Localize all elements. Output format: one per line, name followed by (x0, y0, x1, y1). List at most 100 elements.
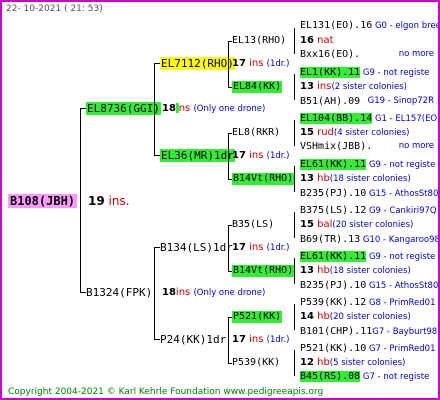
marker (176, 103, 179, 113)
gen2-note: (1dr.) (266, 59, 290, 69)
gen4-mating-note: (20 sister colonies) (332, 220, 414, 230)
gen4-queen-line: EL1(KK).11 G9 - not registe (300, 67, 430, 78)
root-ins-text: ins. (108, 194, 130, 208)
gen4-mating-note: (18 sister colonies) (329, 174, 411, 184)
gen4-queen[interactable]: EL61(KK).11 (300, 159, 367, 170)
gen1-note: (Only one drone) (193, 288, 266, 298)
gen3-name-1[interactable]: EL13(RHO) (232, 36, 286, 46)
gen4-mating-line: 12 hb(5 sister colonies) (300, 358, 405, 368)
gen1-ins-number: 18 (162, 287, 176, 298)
gen2-name-1[interactable]: EL7112(RHO) (160, 57, 235, 70)
gen4-mating-line: 14 hb(20 sister colonies) (300, 312, 411, 322)
gen4-queen-line: EL104(BB).14 G1 - EL157(EO) (300, 113, 438, 124)
gen2-note: (1dr.) (266, 243, 290, 253)
gen4-queen-source: G7 - PrimRed01 (368, 344, 436, 354)
gen2-name-3[interactable]: B134(LS)1dr (160, 242, 233, 253)
gen4-drone-source: G15 - AthosSt80R (368, 281, 440, 291)
gen4-drone[interactable]: B69(TR).13 (300, 234, 360, 245)
gen4-drone[interactable]: B235(PJ).10 (300, 280, 366, 291)
connector (154, 63, 155, 155)
gen1-note: (Only one drone) (193, 104, 266, 114)
gen4-mating-word: hb (317, 357, 330, 368)
gen4-drone[interactable]: B45(RS).08 (300, 371, 361, 382)
gen4-mating-line: 16 nat (300, 36, 334, 46)
connector (294, 212, 295, 238)
gen4-mating-number: 13 (300, 81, 314, 92)
gen4-queen-source: G0 - elgon breed (374, 21, 440, 31)
gen4-mating-line: 13 ins(2 sister colonies) (300, 82, 407, 92)
gen4-mating-note: (2 sister colonies) (331, 82, 407, 92)
gen4-queen-line: EL131(EO).16 G0 - elgon breed (300, 20, 440, 31)
gen3-name-2[interactable]: EL84(KK) (232, 81, 283, 93)
gen1-ins-text: ins (175, 287, 191, 298)
gen4-queen[interactable]: P521(KK).10 (300, 343, 366, 354)
gen2-ins-text: ins (249, 150, 264, 161)
gen4-drone-source: G19 - Sinop72R (367, 96, 434, 106)
root-queen-name[interactable]: B108(JBH) (8, 194, 78, 208)
gen4-mating-note: (18 sister colonies) (329, 266, 411, 276)
gen4-drone-source: no more (398, 49, 434, 59)
gen4-mating-line: 15 rud(4 sister colonies) (300, 128, 409, 138)
gen2-name-4[interactable]: P24(KK)1dr (160, 334, 226, 345)
gen4-mating-number: 14 (300, 311, 314, 322)
connector (228, 225, 229, 271)
gen1-name-2[interactable]: B1324(FPK) (86, 287, 152, 298)
gen4-queen-line: P521(KK).10 G7 - PrimRed01 (300, 344, 435, 354)
gen2-note: (1dr.) (266, 151, 290, 161)
gen1-name-1[interactable]: EL8736(GGI) (86, 102, 161, 115)
gen4-mating-note: (5 sister colonies) (329, 358, 406, 368)
gen4-drone-line: B51(AH).09 G19 - Sinop72R (300, 97, 436, 107)
gen4-mating-word: rud (317, 127, 334, 138)
gen4-drone-line: B235(PJ).10 G15 - AthosSt80R (300, 188, 438, 199)
gen4-queen[interactable]: EL61(KK).11 (300, 251, 367, 262)
gen4-mating-word: hb (317, 311, 330, 322)
gen4-drone[interactable]: Bxx16(EO). (300, 49, 360, 60)
gen4-queen[interactable]: EL104(BB).14 (300, 113, 373, 124)
gen2-ins-2: 17 ins (1dr.) (232, 151, 289, 161)
gen3-name-6[interactable]: B14Vt(RHO) (232, 265, 295, 277)
gen4-mating-line: 13 hb(18 sister colonies) (300, 174, 411, 184)
gen4-queen[interactable]: EL131(EO).16 (300, 20, 372, 31)
gen2-ins-3: 17 ins (1dr.) (232, 243, 289, 253)
gen4-drone[interactable]: VSHmix(JBB). (300, 141, 372, 152)
gen4-drone-source: G7 - not registe (362, 372, 430, 382)
connector (228, 41, 229, 87)
connector (294, 120, 295, 146)
gen4-drone-line: B235(PJ).10 G15 - AthosSt80R (300, 280, 440, 291)
gen3-name-7[interactable]: P521(KK) (232, 311, 283, 323)
gen2-name-2[interactable]: EL36(MR)1dr (160, 149, 235, 162)
gen4-drone[interactable]: B101(CHP).11 (300, 326, 372, 337)
gen4-drone-line: Bxx16(EO). no more (300, 50, 436, 60)
gen4-mating-word: hb (317, 265, 330, 276)
gen4-mating-note: (20 sister colonies) (329, 312, 411, 322)
gen4-queen[interactable]: P539(KK).12 (300, 297, 366, 308)
connector (154, 247, 155, 339)
connector (80, 108, 81, 292)
gen4-mating-line: 15 bal(20 sister colonies) (300, 220, 413, 230)
gen4-drone[interactable]: B51(AH).09 (300, 96, 360, 107)
gen4-queen[interactable]: EL1(KK).11 (300, 67, 361, 78)
gen4-mating-number: 13 (300, 173, 314, 184)
gen2-ins-number: 17 (232, 58, 246, 69)
connector (228, 317, 229, 363)
root-ins-number: 19 (88, 194, 105, 208)
gen4-queen[interactable]: B375(LS).12 (300, 205, 366, 216)
connector (294, 350, 295, 376)
gen4-queen-source: G9 - not registe (362, 68, 430, 78)
gen4-mating-number: 15 (300, 219, 314, 230)
gen2-ins-text: ins (249, 334, 264, 345)
gen4-drone[interactable]: B235(PJ).10 (300, 188, 366, 199)
gen3-name-3[interactable]: EL8(RKR) (232, 128, 280, 138)
gen2-ins-text: ins (249, 242, 264, 253)
gen4-drone-source: G7 - Bayburt98-3 (372, 327, 440, 337)
gen2-ins-text: ins (249, 58, 264, 69)
gen3-name-5[interactable]: B35(LS) (232, 220, 274, 230)
gen3-name-4[interactable]: B14Vt(RHO) (232, 173, 295, 185)
connector (294, 304, 295, 330)
gen4-mating-number: 12 (300, 357, 314, 368)
gen2-note: (1dr.) (266, 335, 290, 345)
gen2-ins-number: 17 (232, 242, 246, 253)
gen3-name-8[interactable]: P539(KK) (232, 358, 280, 368)
root-inseminated: 19 ins. (88, 195, 130, 207)
gen4-drone-source: no more (398, 141, 434, 151)
